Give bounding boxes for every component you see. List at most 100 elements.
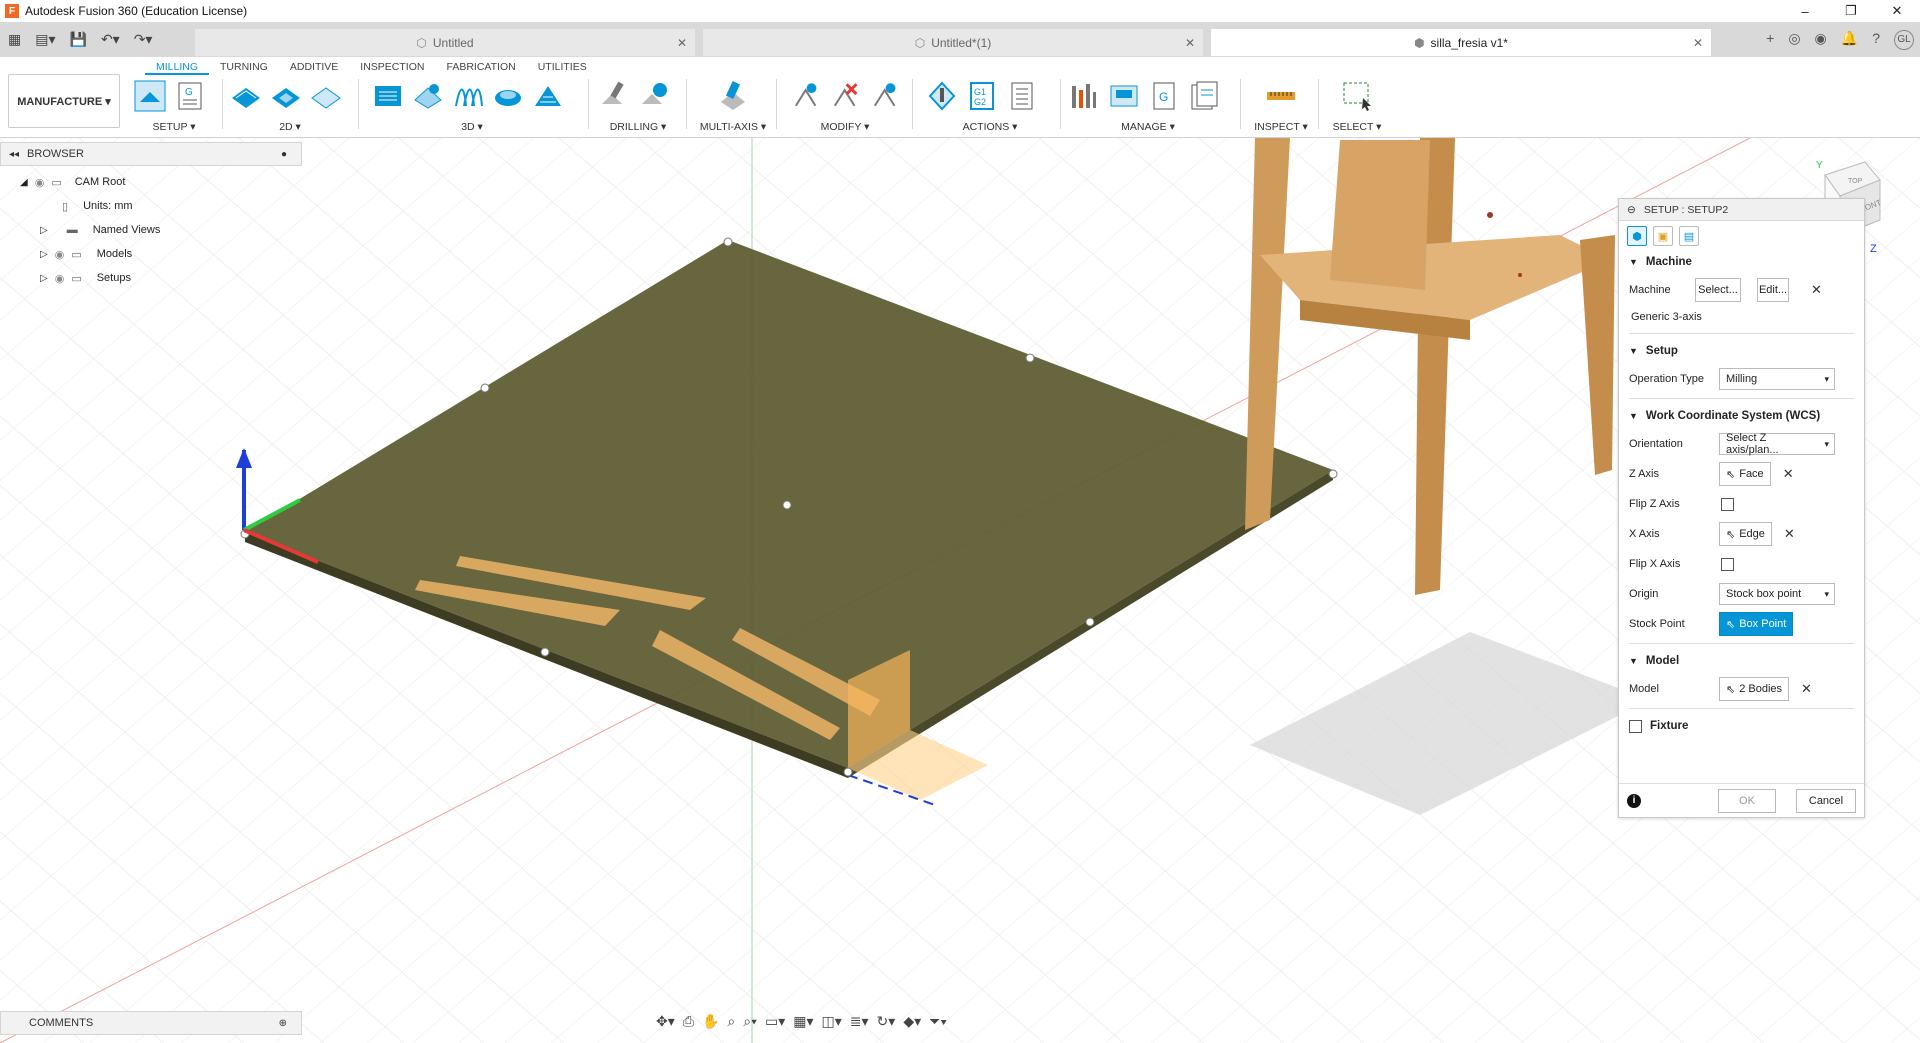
layers-icon[interactable]: ≣▾ <box>850 1013 869 1030</box>
post-process-icon[interactable]: G1G2 <box>966 80 998 112</box>
tree-node-units[interactable]: ▯ Units: mm <box>20 194 160 218</box>
visibility-eye-icon[interactable]: ◉ <box>55 272 65 285</box>
model-picker[interactable]: ⇖ 2 Bodies <box>1719 677 1790 701</box>
2d-group-label[interactable]: 2D ▾ <box>230 121 350 133</box>
doc-tab-untitled[interactable]: ⬡ Untitled ✕ <box>195 29 695 56</box>
simulate-icon[interactable] <box>926 80 958 112</box>
expand-triangle-icon[interactable]: ▷ <box>40 273 48 284</box>
look-at-icon[interactable]: ⎙ <box>683 1013 694 1030</box>
comments-add-icon[interactable]: ⊕ <box>279 1018 287 1029</box>
visibility-eye-icon[interactable]: ◉ <box>35 176 45 189</box>
tab-turning[interactable]: TURNING <box>209 59 279 75</box>
drilling-group-label[interactable]: DRILLING ▾ <box>598 121 678 133</box>
info-icon[interactable]: i <box>1627 793 1641 808</box>
section-collapse-icon[interactable]: ▼ <box>1629 656 1638 666</box>
orbit-icon[interactable]: ✥▾ <box>656 1013 675 1030</box>
gcode-sheet-icon[interactable]: G <box>174 80 206 112</box>
collapse-browser-icon[interactable]: ◂◂ <box>9 149 19 160</box>
tab-additive[interactable]: ADDITIVE <box>279 59 349 75</box>
dialog-minus-icon[interactable]: ⊖ <box>1627 204 1636 216</box>
adaptive-clearing-icon[interactable] <box>372 80 404 112</box>
comments-bar[interactable]: COMMENTS ⊕ <box>0 1011 302 1035</box>
origin-select[interactable]: Stock box point <box>1719 583 1835 605</box>
ok-button[interactable]: OK <box>1718 788 1776 813</box>
close-button[interactable]: ✕ <box>1874 0 1920 22</box>
tree-node-models[interactable]: ▷ ◉ ▭ Models <box>20 242 160 266</box>
visibility-eye-icon[interactable]: ◉ <box>55 248 65 261</box>
effects-icon[interactable]: ◆▾ <box>903 1013 921 1030</box>
workspace-switcher[interactable]: MANUFACTURE ▾ <box>8 74 120 128</box>
doc-tab-untitled-1[interactable]: ⬡ Untitled*(1) ✕ <box>703 29 1203 56</box>
fixture-checkbox[interactable] <box>1629 719 1642 733</box>
viewports-icon[interactable]: ◫▾ <box>822 1013 842 1030</box>
notifications-icon[interactable]: 🔔 <box>1841 30 1858 50</box>
tab-milling[interactable]: MILLING <box>145 59 210 75</box>
collapse-triangle-icon[interactable]: ◢ <box>20 177 28 188</box>
x-axis-picker[interactable]: ⇖ Edge <box>1719 522 1772 546</box>
expand-triangle-icon[interactable]: ▷ <box>40 225 48 236</box>
grid-settings-icon[interactable]: ▦▾ <box>793 1013 813 1030</box>
3d-group-label[interactable]: 3D ▾ <box>372 121 572 133</box>
close-tab-icon[interactable]: ✕ <box>677 36 687 50</box>
measure-icon[interactable] <box>1265 80 1297 112</box>
close-tab-icon[interactable]: ✕ <box>1185 36 1195 50</box>
new-tab-icon[interactable]: + <box>1766 30 1774 50</box>
machine-clear-icon[interactable]: ✕ <box>1811 282 1822 298</box>
apps-grid-icon[interactable]: ▦ <box>8 31 21 48</box>
redo-icon[interactable]: ↷▾ <box>134 31 153 48</box>
machine-select-button[interactable]: Select... <box>1695 278 1741 302</box>
contour-icon[interactable] <box>492 80 524 112</box>
model-section[interactable]: ▼ Model <box>1619 648 1864 674</box>
user-avatar[interactable]: GL <box>1894 29 1914 50</box>
machine-edit-button[interactable]: Edit... <box>1757 278 1789 302</box>
tab-post-process-icon[interactable]: ▤ <box>1679 226 1699 246</box>
fit-icon[interactable]: ⌕▾ <box>743 1013 757 1030</box>
filter-icon[interactable]: ⏷▾ <box>929 1013 947 1030</box>
tab-setup-icon[interactable]: ⬢ <box>1627 226 1647 246</box>
select-group-label[interactable]: SELECT ▾ <box>1326 121 1388 133</box>
tree-node-named-views[interactable]: ▷ ▬ Named Views <box>20 218 160 242</box>
manage-group-label[interactable]: MANAGE ▾ <box>1068 121 1228 133</box>
tool-library-icon[interactable] <box>1068 80 1100 112</box>
display-settings-icon[interactable]: ▭▾ <box>765 1013 785 1030</box>
pocket-clearing-icon[interactable] <box>412 80 444 112</box>
new-setup-icon[interactable] <box>134 80 166 112</box>
doc-tab-silla-fresia[interactable]: ⬢ silla_fresia v1* ✕ <box>1211 29 1711 56</box>
2d-adaptive-icon[interactable] <box>230 80 262 112</box>
section-collapse-icon[interactable]: ▼ <box>1629 346 1638 356</box>
face-icon[interactable] <box>310 80 342 112</box>
cancel-button[interactable]: Cancel <box>1796 788 1856 813</box>
operation-type-select[interactable]: Milling <box>1719 368 1835 390</box>
section-collapse-icon[interactable]: ▼ <box>1629 411 1638 421</box>
restore-button[interactable]: ❐ <box>1828 0 1874 22</box>
toolpath-move-icon[interactable] <box>869 80 900 112</box>
model-clear-icon[interactable]: ✕ <box>1801 681 1812 697</box>
machine-section[interactable]: ▼ Machine <box>1619 249 1864 275</box>
expand-triangle-icon[interactable]: ▷ <box>40 249 48 260</box>
stock-point-picker[interactable]: ⇖ Box Point <box>1719 612 1794 636</box>
scallop-icon[interactable] <box>532 80 564 112</box>
orientation-select[interactable]: Select Z axis/plan... <box>1719 432 1835 456</box>
tab-fabrication[interactable]: FABRICATION <box>435 59 526 75</box>
tab-inspection[interactable]: INSPECTION <box>349 59 435 75</box>
window-select-icon[interactable] <box>1341 80 1373 112</box>
post-library-icon[interactable]: G <box>1148 80 1180 112</box>
drill-icon[interactable] <box>598 80 630 112</box>
template-library-icon[interactable] <box>1188 80 1220 112</box>
refresh-icon[interactable]: ↻▾ <box>877 1013 896 1030</box>
save-icon[interactable]: 💾 <box>70 31 87 48</box>
toolpath-trim-icon[interactable] <box>790 80 821 112</box>
section-collapse-icon[interactable]: ▼ <box>1629 257 1638 267</box>
actions-group-label[interactable]: ACTIONS ▾ <box>926 121 1054 133</box>
setup-group-label[interactable]: SETUP ▾ <box>134 121 214 133</box>
z-axis-picker[interactable]: ⇖ Face <box>1719 462 1771 486</box>
z-axis-clear-icon[interactable]: ✕ <box>1783 466 1794 482</box>
extensions-icon[interactable]: ◎ <box>1788 30 1800 50</box>
help-icon[interactable]: ? <box>1872 30 1880 50</box>
flip-z-checkbox[interactable] <box>1721 497 1734 511</box>
multiaxis-group-label[interactable]: MULTI-AXIS ▾ <box>698 121 768 133</box>
parallel-icon[interactable] <box>452 80 484 112</box>
machine-library-icon[interactable] <box>1108 80 1140 112</box>
toolpath-delete-icon[interactable] <box>829 80 860 112</box>
2d-pocket-icon[interactable] <box>270 80 302 112</box>
